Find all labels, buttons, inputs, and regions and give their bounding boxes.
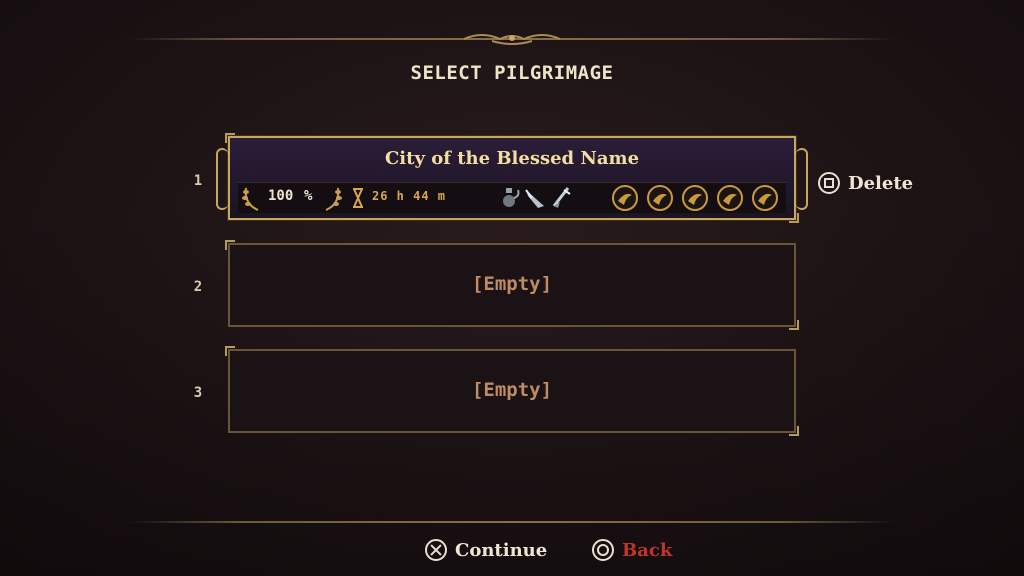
save-stats: 100 % 26 h 44 m [240, 182, 784, 214]
back-prompt[interactable]: Back [592, 539, 672, 561]
laurel-right-icon [325, 187, 342, 211]
hourglass-icon [353, 188, 363, 208]
slot-number: 1 [193, 173, 203, 189]
empty-slot-label: [Empty] [471, 273, 553, 295]
cherub-medal-icon [682, 185, 708, 211]
save-slot-2[interactable]: [Empty] [225, 240, 799, 330]
laurel-left-icon [242, 187, 259, 211]
relic-icon [552, 187, 571, 208]
delete-prompt[interactable]: Delete [818, 172, 913, 194]
cherub-medal-icon [647, 185, 673, 211]
slot-number: 2 [193, 279, 203, 295]
continue-prompt[interactable]: Continue [425, 539, 547, 561]
slot-number: 3 [193, 385, 203, 401]
save-slot-1[interactable]: City of the Blessed Name 100 % 26 h 44 m [216, 133, 808, 223]
cherub-medal-icon [612, 185, 638, 211]
items-row [498, 186, 578, 210]
continue-label: Continue [455, 539, 548, 561]
prayer-icon [525, 189, 544, 208]
bottom-divider [128, 521, 896, 523]
completion-unit: % [304, 188, 313, 204]
save-slot-3[interactable]: [Empty] [225, 346, 799, 436]
delete-label: Delete [848, 172, 914, 194]
empty-slot-label: [Empty] [471, 379, 553, 401]
bile-flask-icon [503, 188, 520, 207]
cherub-medal-icon [752, 185, 778, 211]
save-name: City of the Blessed Name [384, 148, 640, 169]
back-label: Back [622, 539, 673, 561]
completion-value: 100 [268, 188, 294, 204]
circle-button-icon [592, 539, 614, 561]
header-ornament-icon [463, 34, 561, 45]
playtime: 26 h 44 m [372, 189, 447, 203]
medals-row [612, 185, 784, 213]
cross-button-icon [425, 539, 447, 561]
slot-ornament-right [796, 148, 808, 210]
page-title: SELECT PILGRIMAGE [410, 62, 614, 84]
cherub-medal-icon [717, 185, 743, 211]
square-button-icon [818, 172, 840, 194]
slot-ornament-left [216, 148, 228, 210]
